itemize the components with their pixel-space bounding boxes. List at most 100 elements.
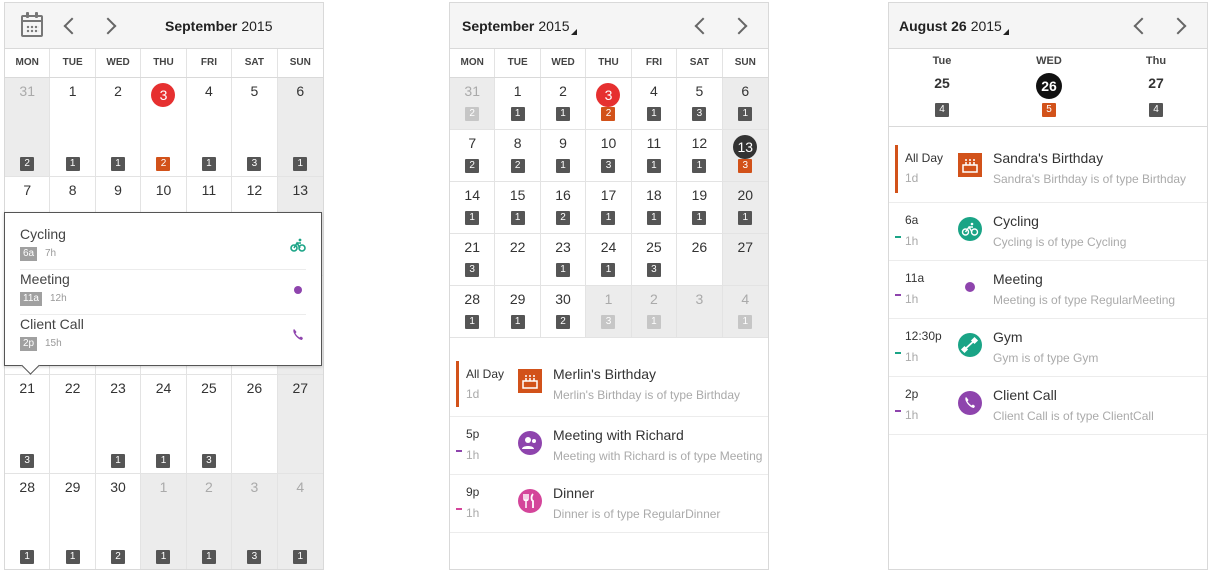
day-cell[interactable]: 11 1 xyxy=(631,130,678,182)
day-cell[interactable]: 13 xyxy=(586,286,632,338)
popup-event-item[interactable]: Client Call 2p 15h xyxy=(20,316,306,360)
year-label: 2015 xyxy=(538,18,570,34)
event-title: Client Call xyxy=(993,387,1057,403)
day-cell[interactable]: 3 xyxy=(677,286,723,338)
day-cell[interactable]: 12 1 xyxy=(677,130,723,182)
day-cell[interactable]: 33 xyxy=(232,474,278,569)
agenda-event-row[interactable]: 6a 1h Cycling Cycling is of type Cycling xyxy=(889,203,1207,261)
day-cell[interactable]: 31 2 xyxy=(450,78,496,130)
day-cell[interactable]: 29 1 xyxy=(495,286,541,338)
agenda-event-row[interactable]: 9p 1h Dinner Dinner is of type RegularDinne… xyxy=(450,475,768,533)
day-cell[interactable]: 32 xyxy=(141,78,187,177)
day-cell[interactable]: 24 1 xyxy=(586,234,632,286)
popup-event-item[interactable]: Meeting 11a 12h xyxy=(20,271,306,315)
week-day-column[interactable]: Thu 27 4 xyxy=(1121,51,1191,127)
day-cell[interactable]: 61 xyxy=(722,78,768,130)
day-cell[interactable]: 21 3 xyxy=(450,234,496,286)
day-cell[interactable]: 23 1 xyxy=(540,234,587,286)
day-cell[interactable]: 30 2 xyxy=(96,474,142,569)
day-cell[interactable]: 25 3 xyxy=(186,375,233,474)
event-duration: 1h xyxy=(466,506,480,520)
day-cell[interactable]: 22 xyxy=(50,375,96,474)
day-cell[interactable]: 53 xyxy=(677,78,723,130)
day-cell[interactable]: 21 3 xyxy=(5,375,51,474)
day-cell[interactable]: 41 xyxy=(277,474,323,569)
month-title[interactable]: September 2015 xyxy=(165,3,273,49)
event-count-badge: 1 xyxy=(692,159,707,173)
day-cell[interactable]: 11 xyxy=(141,474,187,569)
day-cell[interactable]: 21 xyxy=(631,286,678,338)
day-cell[interactable]: 21 xyxy=(95,78,142,177)
prev-day-button[interactable] xyxy=(1127,3,1153,49)
day-cell[interactable]: 10 3 xyxy=(586,130,632,182)
day-cell[interactable]: 20 1 xyxy=(722,182,768,234)
day-cell[interactable]: 72 xyxy=(450,130,496,182)
day-cell[interactable]: 26 xyxy=(232,375,278,474)
event-title: Meeting xyxy=(20,271,70,287)
day-number: 1 xyxy=(513,83,522,99)
day-cell[interactable]: 82 xyxy=(495,130,541,182)
week-day-column[interactable]: WED 26 5 xyxy=(1014,51,1084,127)
day-cell[interactable]: 61 xyxy=(277,78,323,177)
day-cell[interactable]: 11 xyxy=(495,78,541,130)
prev-month-button[interactable] xyxy=(57,3,83,49)
day-cell[interactable]: 25 3 xyxy=(631,234,678,286)
day-cell[interactable]: 31 2 xyxy=(5,78,51,177)
day-number: 25 xyxy=(646,239,662,255)
date-title[interactable]: August 26 2015 xyxy=(899,3,1009,49)
agenda-event-row[interactable]: All Day 1d Sandra's Birthday Sandra's Birth… xyxy=(889,133,1207,203)
next-month-button[interactable] xyxy=(728,3,754,49)
day-cell[interactable]: 27 xyxy=(722,234,768,286)
day-cell[interactable]: 18 1 xyxy=(631,182,678,234)
month-title[interactable]: September 2015 xyxy=(462,3,577,49)
agenda-event-row[interactable]: 12:30p 1h Gym Gym is of type Gym xyxy=(889,319,1207,377)
dot-icon xyxy=(290,282,306,298)
popup-event-item[interactable]: Cycling 6a 7h xyxy=(20,226,306,270)
day-cell[interactable]: 53 xyxy=(232,78,278,177)
day-cell[interactable]: 14 1 xyxy=(450,182,496,234)
day-cell[interactable]: 21 xyxy=(186,474,233,569)
event-duration: 1h xyxy=(905,350,919,364)
calendar-icon[interactable] xyxy=(21,12,43,37)
day-cell[interactable]: 28 1 xyxy=(5,474,51,569)
day-cell[interactable]: 27 xyxy=(277,375,323,474)
agenda-event-row[interactable]: 11a 1h Meeting Meeting is of type RegularMe… xyxy=(889,261,1207,319)
day-cell[interactable]: 28 1 xyxy=(450,286,496,338)
event-duration: 1h xyxy=(466,448,480,462)
day-cell[interactable]: 91 xyxy=(540,130,587,182)
event-time: 12:30p xyxy=(905,329,942,343)
agenda-event-row[interactable]: 2p 1h Client Call Client Call is of type Cl… xyxy=(889,377,1207,435)
next-month-button[interactable] xyxy=(97,3,123,49)
day-cell[interactable]: 23 1 xyxy=(95,375,142,474)
day-cell[interactable]: 11 xyxy=(50,78,96,177)
day-cell[interactable]: 19 1 xyxy=(677,182,723,234)
day-cell[interactable]: 26 xyxy=(677,234,723,286)
day-cell[interactable]: 16 2 xyxy=(540,182,587,234)
day-cell[interactable]: 17 1 xyxy=(586,182,632,234)
day-cell[interactable]: 22 xyxy=(495,234,541,286)
event-count-badge: 3 xyxy=(738,159,753,173)
day-cell[interactable]: 41 xyxy=(186,78,233,177)
day-cell[interactable]: 24 1 xyxy=(141,375,187,474)
day-cell[interactable]: 41 xyxy=(722,286,768,338)
event-count-badge: 1 xyxy=(465,211,480,225)
agenda-event-row[interactable]: All Day 1d Merlin's Birthday Merlin's Birth… xyxy=(450,349,768,417)
day-cell[interactable]: 29 1 xyxy=(50,474,96,569)
day-cell[interactable]: 21 xyxy=(540,78,587,130)
day-number: 6 xyxy=(296,83,305,99)
day-cell[interactable]: 41 xyxy=(631,78,678,130)
event-color-bar xyxy=(895,145,898,193)
day-cell[interactable]: 13 3 xyxy=(722,130,768,182)
agenda-event-row[interactable]: 5p 1h Meeting with Richard Meeting with Ric… xyxy=(450,417,768,475)
prev-month-button[interactable] xyxy=(688,3,714,49)
day-cell[interactable]: 15 1 xyxy=(495,182,541,234)
next-day-button[interactable] xyxy=(1167,3,1193,49)
day-cell[interactable]: 32 xyxy=(586,78,632,130)
event-count-badge: 3 xyxy=(601,159,616,173)
day-cell[interactable]: 30 2 xyxy=(540,286,587,338)
day-number: 23 xyxy=(555,239,571,255)
weekday-label: Thu xyxy=(1145,55,1167,67)
event-duration: 1d xyxy=(905,171,919,185)
week-day-column[interactable]: Tue 25 4 xyxy=(907,51,977,127)
event-title: Cycling xyxy=(993,213,1039,229)
